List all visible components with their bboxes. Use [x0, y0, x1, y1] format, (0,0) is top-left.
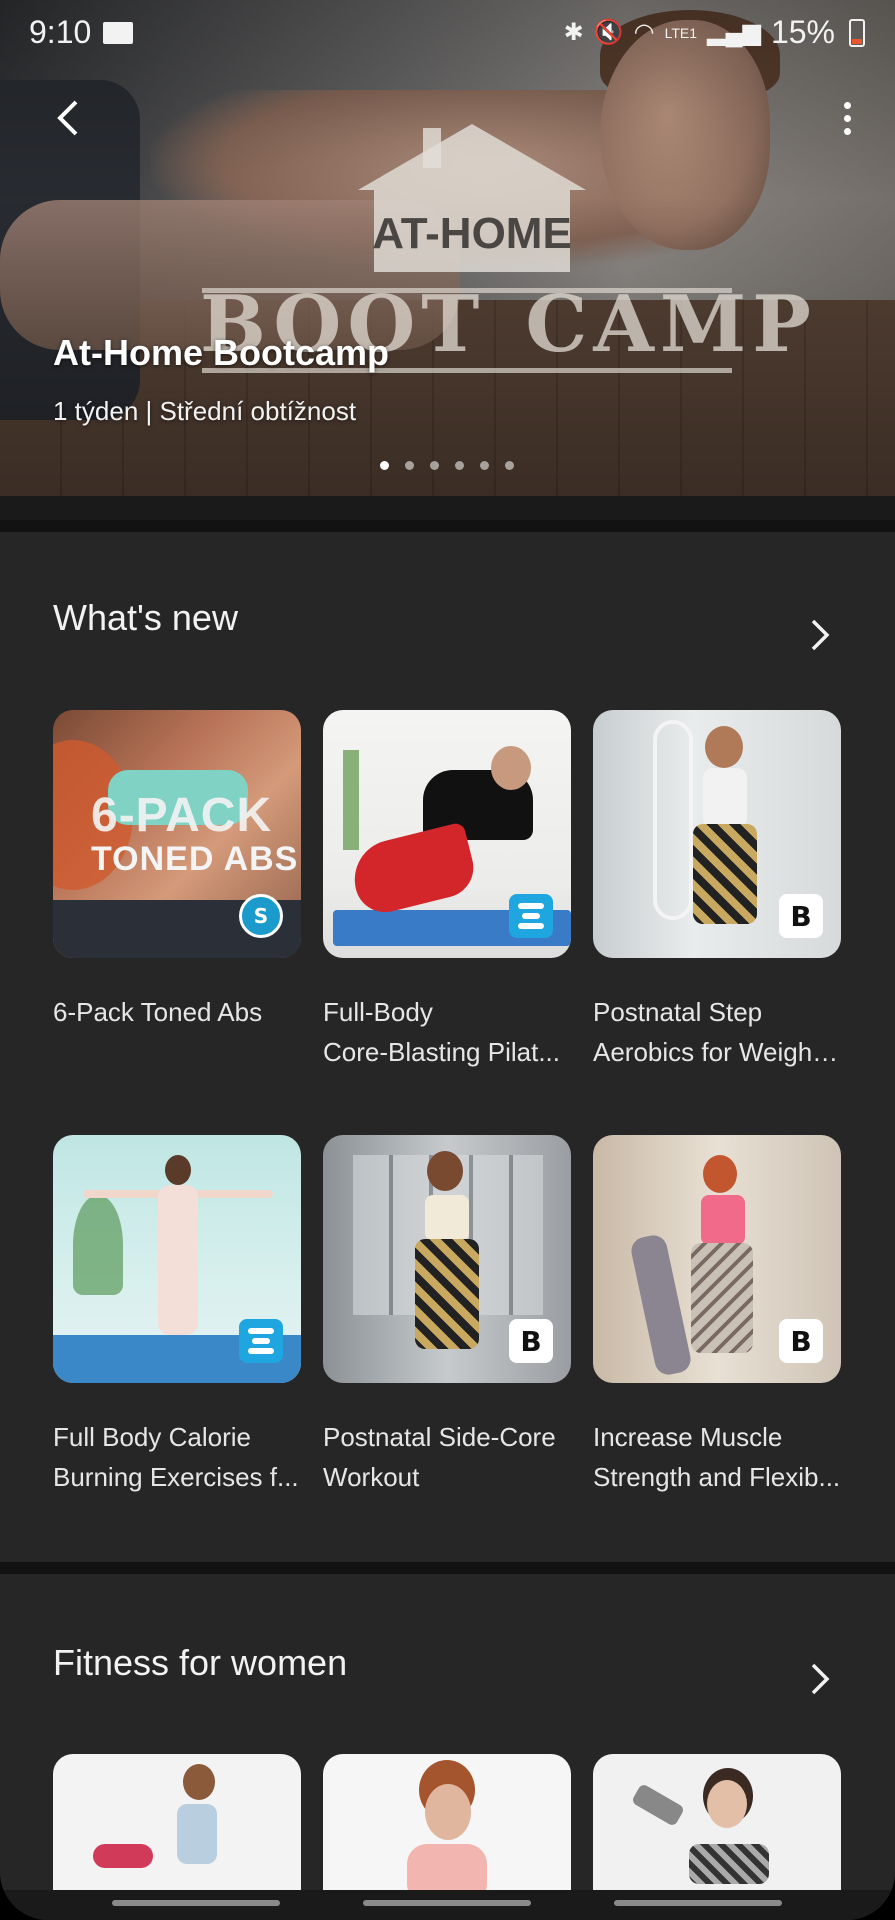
section-title: Fitness for women: [53, 1642, 348, 1683]
nav-back-button[interactable]: [614, 1900, 782, 1906]
chevron-left-icon: [57, 100, 78, 136]
bluetooth-icon: ✱: [563, 19, 584, 46]
workout-title-line2: Workout: [323, 1462, 420, 1492]
mail-notification-icon: [103, 22, 133, 44]
workout-title-line2: Burning Exercises f...: [53, 1462, 299, 1492]
workout-title-line2: Core-Blasting Pilat...: [323, 1037, 560, 1067]
workout-title-line1: Full Body Calorie: [53, 1422, 251, 1452]
workout-thumbnail: [323, 710, 571, 958]
more-options-button[interactable]: [819, 90, 875, 146]
battery-icon: [849, 18, 865, 47]
nav-home-button[interactable]: [363, 1900, 531, 1906]
blue-lines-icon: [509, 894, 553, 938]
workout-card[interactable]: Full Body Calorie Burning Exercises f...: [53, 1135, 301, 1492]
whats-new-section: What's new 6-PACK TONED ABS S 6-Pack Ton…: [0, 532, 895, 1562]
divider: [0, 1562, 895, 1574]
workout-thumbnail: B: [593, 1135, 841, 1383]
carousel-dot: [455, 461, 464, 470]
b-logo-icon: B: [779, 894, 823, 938]
signal-icon: ▂▄▆: [707, 19, 761, 46]
carousel-dot: [480, 461, 489, 470]
hero-banner[interactable]: AT-HOME BOOT CAMP At-Home Bootcamp 1 týde…: [0, 0, 895, 496]
status-bar: 9:10 ✱ 🔇 ◠ LTE1 ▂▄▆ 15%: [0, 0, 895, 70]
blue-lines-icon: [239, 1319, 283, 1363]
workout-card[interactable]: Full-Body Core-Blasting Pilat...: [323, 710, 571, 1067]
workout-title-line1: Full-Body: [323, 997, 433, 1027]
workout-thumbnail: B: [323, 1135, 571, 1383]
workout-card[interactable]: B Postnatal Side-Core Workout: [323, 1135, 571, 1492]
workout-card[interactable]: 6-PACK TONED ABS S 6-Pack Toned Abs: [53, 710, 301, 1027]
nav-recents-button[interactable]: [112, 1900, 280, 1906]
divider: [0, 520, 895, 532]
fitness-for-women-section: Fitness for women: [0, 1574, 895, 1920]
workout-thumbnail: 6-PACK TONED ABS S: [53, 710, 301, 958]
workout-title-line2: Strength and Flexib...: [593, 1462, 841, 1492]
chevron-right-icon: [811, 619, 830, 651]
more-dot-icon: [843, 101, 851, 109]
workout-thumbnail: B: [593, 710, 841, 958]
workout-title-line1: Postnatal Step: [593, 997, 763, 1027]
b-logo-icon: B: [509, 1319, 553, 1363]
workout-card[interactable]: B Increase Muscle Strength and Flexib...: [593, 1135, 841, 1492]
wifi-icon: ◠: [633, 19, 655, 46]
carousel-dot-active: [380, 461, 389, 470]
whats-new-more-button[interactable]: [797, 612, 843, 658]
b-logo-icon: B: [779, 1319, 823, 1363]
workout-title-line1: 6-Pack Toned Abs: [53, 997, 263, 1027]
workout-card[interactable]: B Postnatal Step Aerobics for Weight...: [593, 710, 841, 1067]
samsung-health-icon: S: [239, 894, 283, 938]
status-time: 9:10: [29, 14, 92, 50]
hero-title: At-Home Bootcamp: [53, 332, 390, 373]
section-title: What's new: [53, 597, 238, 638]
carousel-dot: [430, 461, 439, 470]
workout-thumbnail: [53, 1135, 301, 1383]
fitness-for-women-more-button[interactable]: [797, 1656, 843, 1702]
chevron-right-icon: [811, 1663, 830, 1695]
carousel-dot: [505, 461, 514, 470]
back-button[interactable]: [40, 90, 96, 146]
workout-title-line1: Postnatal Side-Core: [323, 1422, 556, 1452]
battery-percent: 15%: [770, 14, 835, 50]
app-screen: AT-HOME BOOT CAMP At-Home Bootcamp 1 týde…: [0, 0, 895, 1920]
workout-title-line1: Increase Muscle: [593, 1422, 783, 1452]
at-home-house-logo: AT-HOME: [358, 124, 586, 272]
hero-subtitle: 1 týden | Střední obtížnost: [53, 396, 357, 426]
workout-title-line2: Aerobics for Weight...: [593, 1037, 841, 1067]
logo-at-home-text: AT-HOME: [372, 209, 572, 258]
carousel-indicator: [380, 461, 514, 470]
system-navigation-bar: [0, 1890, 895, 1920]
carousel-dot: [405, 461, 414, 470]
lte-icon: LTE1: [664, 24, 698, 41]
mute-icon: 🔇: [593, 19, 624, 46]
